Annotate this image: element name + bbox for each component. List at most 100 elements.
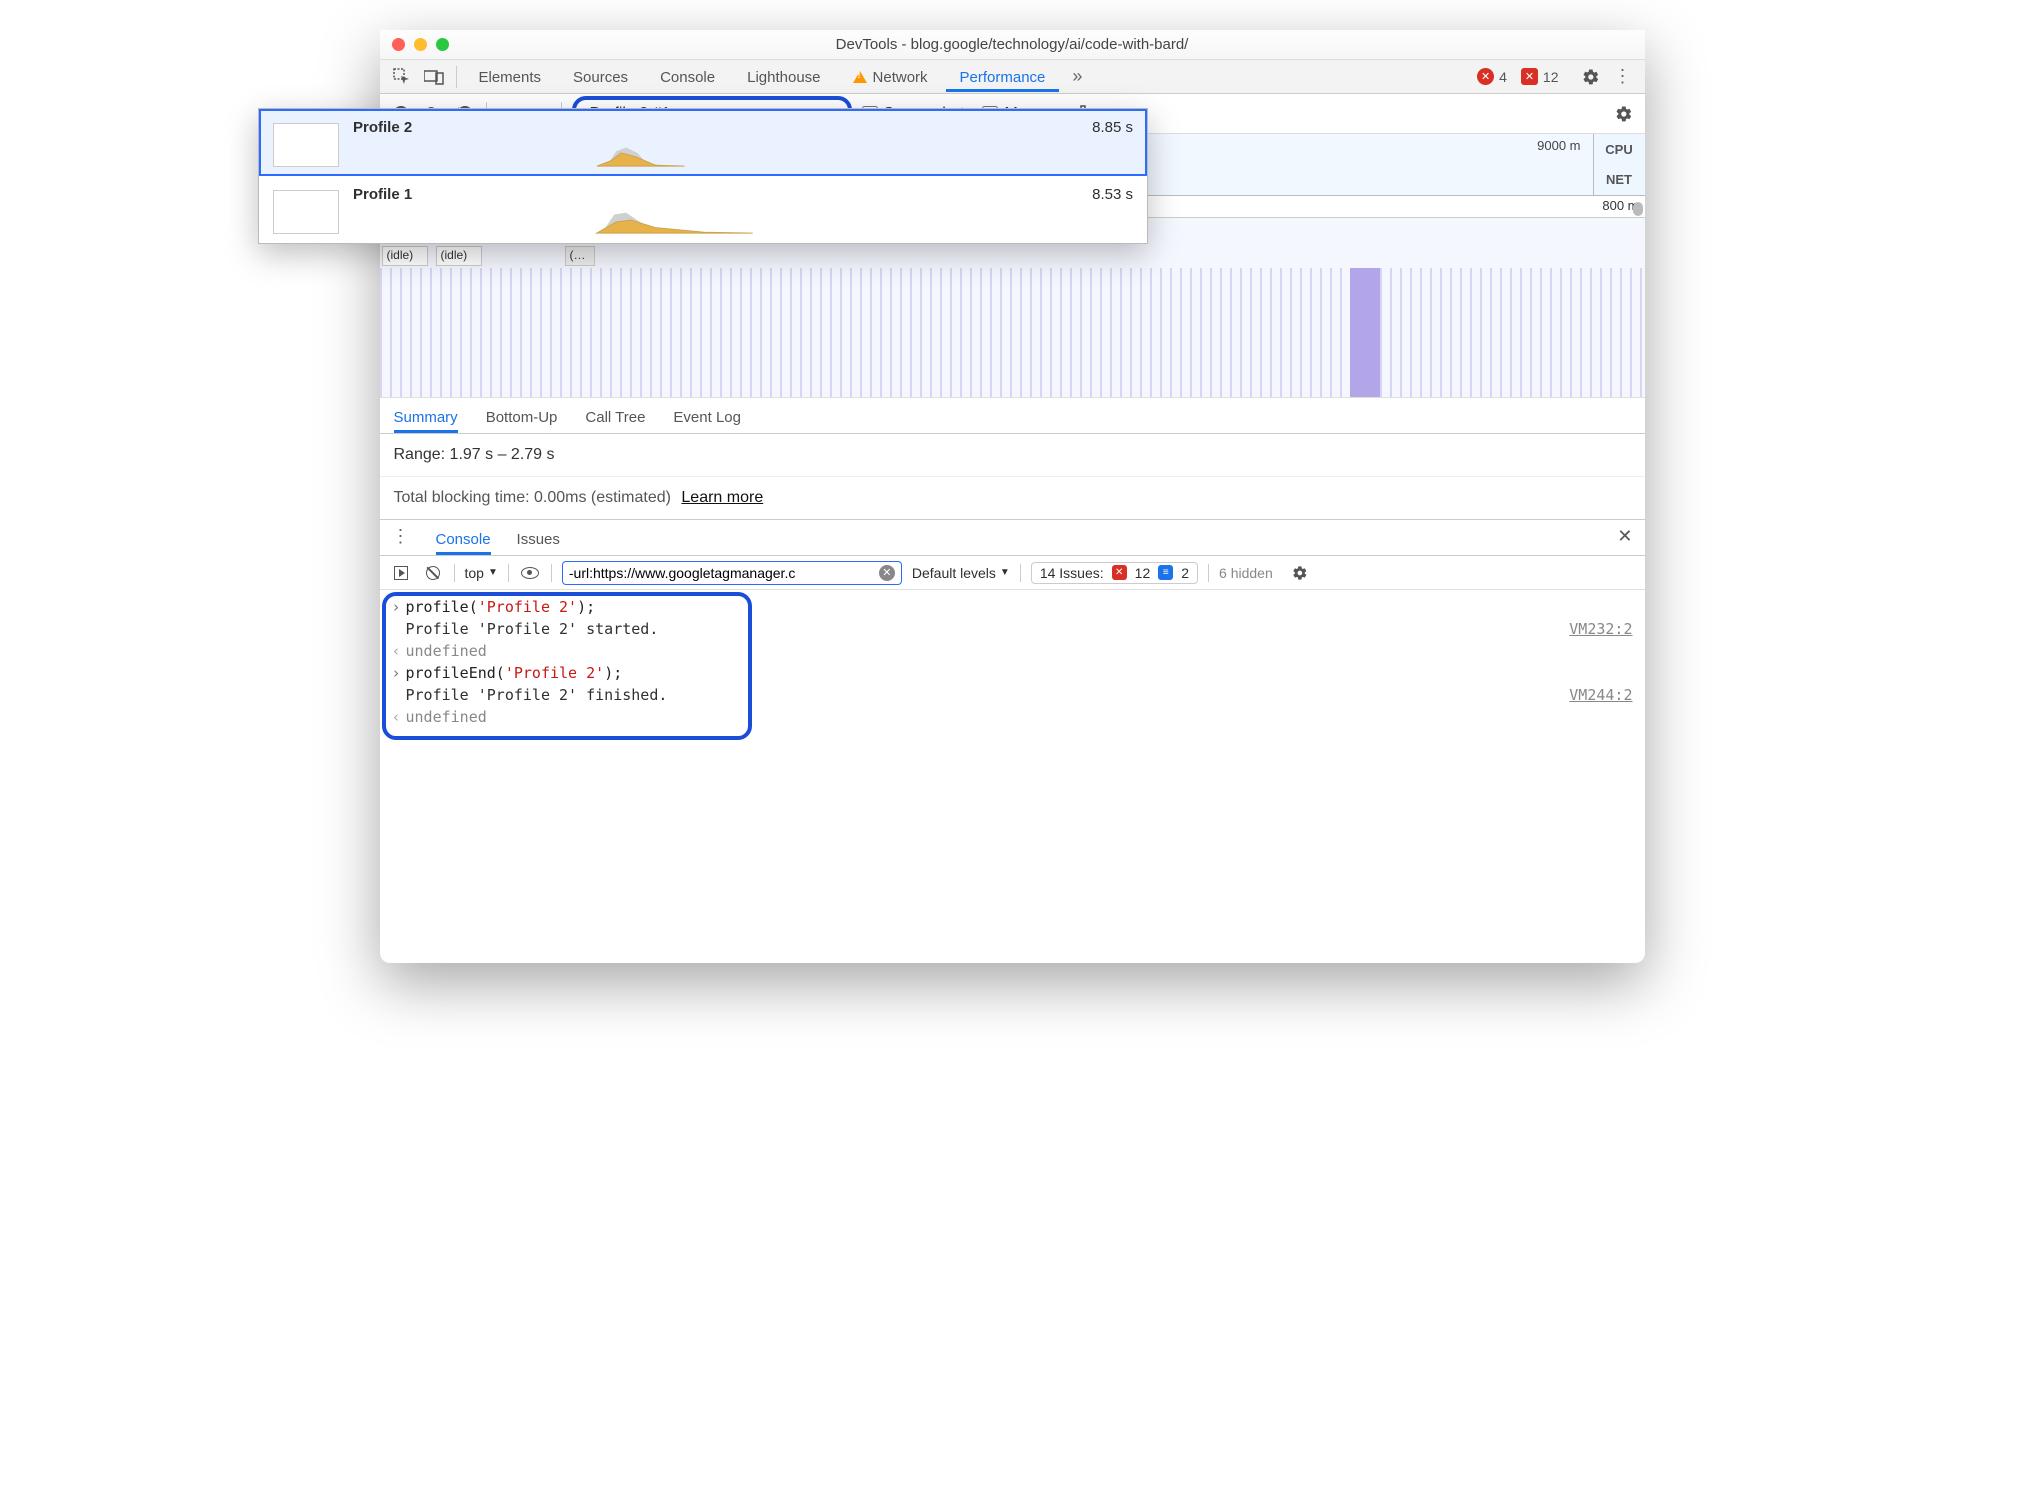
tab-bottom-up[interactable]: Bottom-Up bbox=[486, 409, 558, 433]
profile-option[interactable]: Profile 1 8.53 s bbox=[259, 176, 1147, 243]
log-level-select[interactable]: Default levels ▼ bbox=[912, 565, 1010, 581]
clear-filter-icon[interactable]: ✕ bbox=[879, 565, 895, 581]
log-level-value: Default levels bbox=[912, 565, 996, 581]
blocking-time-text: Total blocking time: 0.00ms (estimated) bbox=[394, 489, 671, 506]
capture-settings-icon[interactable] bbox=[1613, 103, 1635, 125]
profile-duration: 8.85 s bbox=[1092, 119, 1133, 136]
window-title: DevTools - blog.google/technology/ai/cod… bbox=[380, 36, 1645, 53]
error-icon: ✕ bbox=[1477, 68, 1494, 85]
issues-info-count: 2 bbox=[1181, 565, 1189, 581]
tab-sources[interactable]: Sources bbox=[559, 62, 642, 92]
overview-tick: 9000 m bbox=[1537, 138, 1580, 153]
console-output-line: Profile 'Profile 2' finished. VM244:2 bbox=[392, 684, 1633, 706]
spacer bbox=[392, 620, 406, 638]
profile-sparkline bbox=[353, 207, 1133, 235]
tab-performance[interactable]: Performance bbox=[946, 62, 1060, 92]
tab-elements[interactable]: Elements bbox=[465, 62, 556, 92]
main-thread-lane[interactable]: ▼ Main (idle) (idle) (… bbox=[380, 218, 1645, 398]
chevron-down-icon: ▼ bbox=[488, 567, 498, 578]
error-icon: ✕ bbox=[1112, 565, 1127, 580]
tab-network-label: Network bbox=[873, 69, 928, 86]
clear-console-icon[interactable] bbox=[422, 562, 444, 584]
learn-more-link[interactable]: Learn more bbox=[681, 489, 763, 506]
console-output-line: Profile 'Profile 2' started. VM232:2 bbox=[392, 618, 1633, 640]
separator bbox=[1020, 564, 1021, 582]
console-sidebar-icon[interactable] bbox=[390, 562, 412, 584]
separator bbox=[551, 564, 552, 582]
hidden-messages-text: 6 hidden bbox=[1219, 565, 1273, 581]
overview-labels: CPU NET bbox=[1593, 134, 1645, 195]
issue-icon: ✕ bbox=[1521, 68, 1538, 85]
console-input-line: › profile('Profile 2'); bbox=[392, 596, 1633, 618]
drawer-tabs: ⋮ Console Issues ✕ bbox=[380, 520, 1645, 556]
separator bbox=[454, 564, 455, 582]
live-expression-icon[interactable] bbox=[519, 562, 541, 584]
error-count-badge[interactable]: ✕ 4 bbox=[1477, 68, 1507, 85]
drawer-tab-console[interactable]: Console bbox=[436, 531, 491, 555]
issues-label: 14 Issues: bbox=[1040, 565, 1104, 581]
idle-block: (idle) bbox=[436, 246, 482, 266]
more-tabs-icon[interactable]: » bbox=[1063, 66, 1091, 87]
console-message: Profile 'Profile 2' started. bbox=[406, 620, 1570, 638]
console-return-line: ‹ undefined bbox=[392, 640, 1633, 662]
drawer-kebab-icon[interactable]: ⋮ bbox=[392, 526, 410, 555]
input-caret-icon: › bbox=[392, 598, 406, 616]
truncated-block: (… bbox=[565, 246, 595, 266]
console-message: Profile 'Profile 2' finished. bbox=[406, 686, 1570, 704]
separator bbox=[1208, 564, 1209, 582]
tab-call-tree[interactable]: Call Tree bbox=[585, 409, 645, 433]
chevron-down-icon: ▼ bbox=[1000, 567, 1010, 578]
scrollbar-thumb[interactable] bbox=[1633, 202, 1643, 216]
source-link[interactable]: VM232:2 bbox=[1569, 620, 1632, 638]
devtools-tabs: Elements Sources Console Lighthouse Netw… bbox=[380, 60, 1645, 94]
profile-thumbnail bbox=[273, 123, 339, 167]
tab-event-log[interactable]: Event Log bbox=[673, 409, 741, 433]
inspect-element-icon[interactable] bbox=[388, 68, 416, 86]
console-return-value: undefined bbox=[406, 642, 1633, 660]
error-count: 4 bbox=[1499, 69, 1507, 85]
input-caret-icon: › bbox=[392, 664, 406, 682]
net-label: NET bbox=[1606, 172, 1632, 187]
execution-context-select[interactable]: top ▼ bbox=[465, 565, 498, 581]
device-toolbar-icon[interactable] bbox=[420, 69, 448, 85]
profile-sparkline bbox=[353, 140, 1133, 168]
console-toolbar: top ▼ ✕ Default levels ▼ 14 Issues: ✕ 12… bbox=[380, 556, 1645, 590]
issue-count: 12 bbox=[1543, 69, 1559, 85]
activity-bar bbox=[1350, 268, 1380, 398]
info-icon: ≡ bbox=[1158, 565, 1173, 580]
console-settings-icon[interactable] bbox=[1289, 562, 1311, 584]
console-log[interactable]: › profile('Profile 2'); Profile 'Profile… bbox=[380, 590, 1645, 963]
warning-icon bbox=[853, 71, 867, 83]
context-value: top bbox=[465, 565, 484, 581]
console-return-value: undefined bbox=[406, 708, 1633, 726]
tab-console[interactable]: Console bbox=[646, 62, 729, 92]
source-link[interactable]: VM244:2 bbox=[1569, 686, 1632, 704]
issues-badge[interactable]: 14 Issues: ✕ 12 ≡ 2 bbox=[1031, 562, 1198, 584]
separator bbox=[456, 66, 457, 88]
tab-summary[interactable]: Summary bbox=[394, 409, 458, 433]
settings-icon[interactable] bbox=[1577, 68, 1605, 86]
close-drawer-icon[interactable]: ✕ bbox=[1617, 526, 1632, 555]
kebab-menu-icon[interactable]: ⋮ bbox=[1609, 66, 1637, 87]
window-titlebar: DevTools - blog.google/technology/ai/cod… bbox=[380, 30, 1645, 60]
console-filter-field[interactable] bbox=[569, 565, 873, 581]
issue-count-badge[interactable]: ✕ 12 bbox=[1521, 68, 1559, 85]
profile-name: Profile 1 bbox=[353, 186, 412, 203]
return-caret-icon: ‹ bbox=[392, 708, 406, 726]
tab-network[interactable]: Network bbox=[839, 62, 942, 92]
spacer bbox=[392, 686, 406, 704]
blocking-time-row: Total blocking time: 0.00ms (estimated) … bbox=[380, 477, 1645, 520]
profile-thumbnail bbox=[273, 190, 339, 234]
range-text: Range: 1.97 s – 2.79 s bbox=[380, 434, 1645, 477]
separator bbox=[508, 564, 509, 582]
tab-lighthouse[interactable]: Lighthouse bbox=[733, 62, 834, 92]
console-return-line: ‹ undefined bbox=[392, 706, 1633, 728]
drawer-tab-issues[interactable]: Issues bbox=[517, 531, 560, 555]
console-filter-input[interactable]: ✕ bbox=[562, 561, 902, 585]
cpu-label: CPU bbox=[1605, 142, 1632, 157]
profile-option[interactable]: Profile 2 8.85 s bbox=[259, 109, 1147, 176]
idle-block: (idle) bbox=[382, 246, 428, 266]
profile-dropdown-panel: Profile 2 8.85 s Profile 1 8.53 s bbox=[258, 108, 1148, 244]
issues-err-count: 12 bbox=[1135, 565, 1151, 581]
summary-tabs: Summary Bottom-Up Call Tree Event Log bbox=[380, 398, 1645, 434]
